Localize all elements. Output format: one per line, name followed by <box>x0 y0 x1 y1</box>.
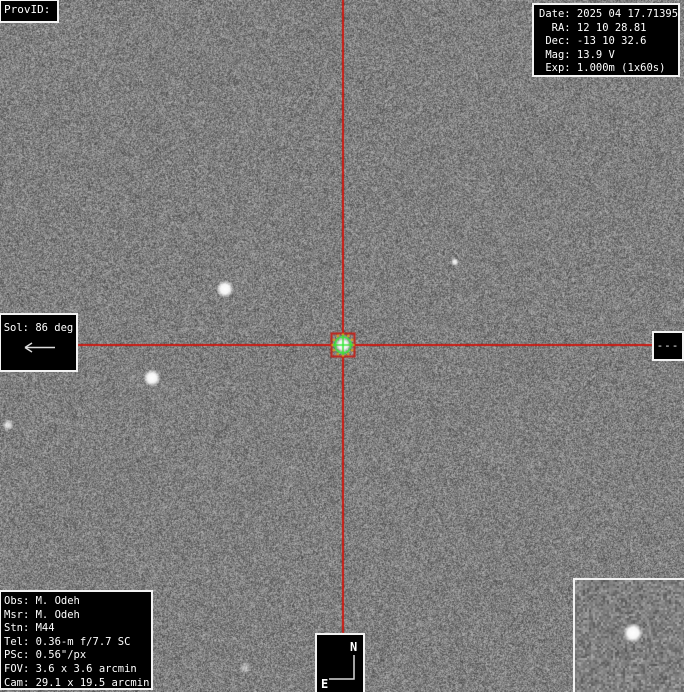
observation-info-text: Date: 2025 04 17.71395 RA: 12 10 28.81 D… <box>539 8 678 76</box>
sun-angle-box: Sol: 86 deg <box>0 313 78 372</box>
site-info-text: Obs: M. Odeh Msr: M. Odeh Stn: M44 Tel: … <box>4 595 151 690</box>
compass-east-label: E <box>321 677 328 690</box>
astrometry-viewer: ProvID: Date: 2025 04 17.71395 RA: 12 10… <box>0 0 684 692</box>
provid-box: ProvID: <box>0 0 59 23</box>
track-marker-box: --- <box>652 331 684 361</box>
observation-info-box: Date: 2025 04 17.71395 RA: 12 10 28.81 D… <box>532 3 680 77</box>
sun-angle-label: Sol: 86 deg <box>4 322 74 334</box>
target-zoom-inset <box>573 578 684 692</box>
site-info-box: Obs: M. Odeh Msr: M. Odeh Stn: M44 Tel: … <box>0 590 153 690</box>
compass-box: N E <box>315 633 365 692</box>
track-marker-label: --- <box>657 339 680 352</box>
compass-north-label: N <box>350 640 357 654</box>
provid-label: ProvID: <box>4 3 50 16</box>
west-arrow-icon <box>19 341 59 354</box>
compass-axes-icon: N E <box>317 635 363 690</box>
